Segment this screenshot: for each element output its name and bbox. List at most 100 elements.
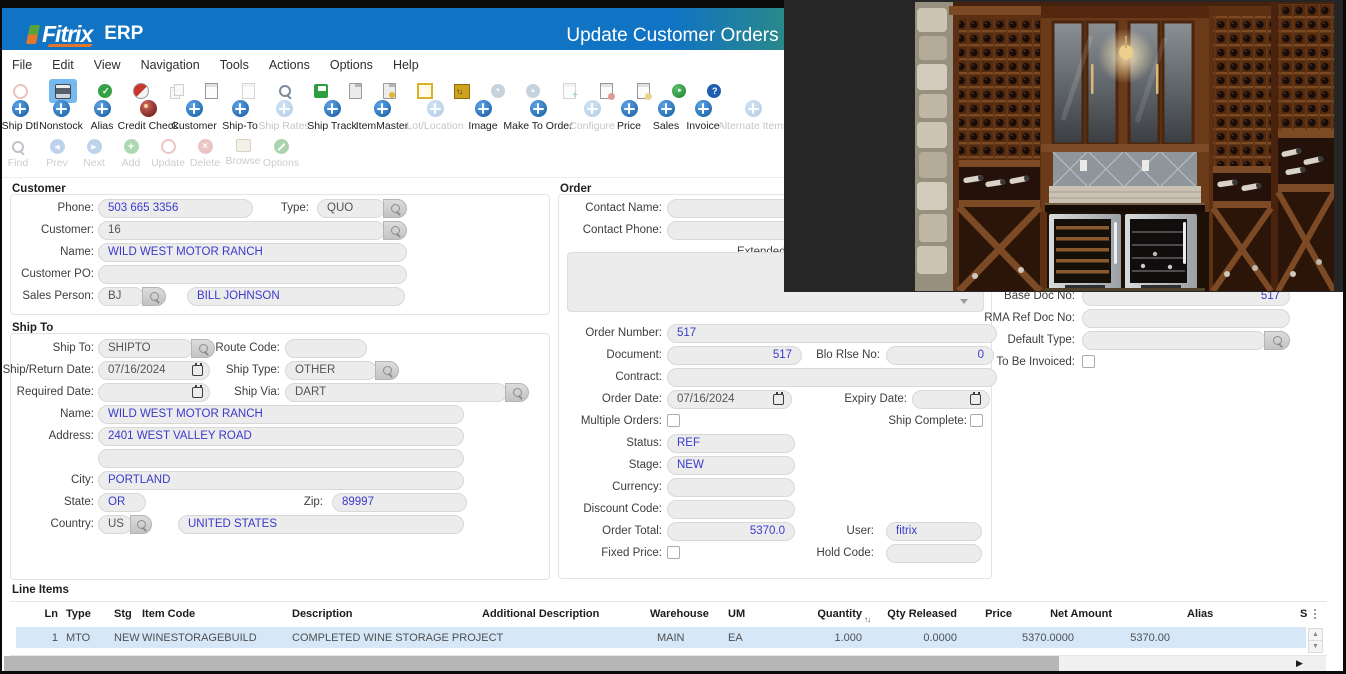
customer-po-input[interactable]	[98, 265, 407, 284]
zip-input[interactable]: 89997	[332, 493, 467, 512]
customer-name-input[interactable]: WILD WEST MOTOR RANCH	[98, 243, 407, 262]
col-header-alias[interactable]: Alias	[1187, 608, 1213, 620]
ship-type-input[interactable]: OTHER	[285, 361, 377, 380]
col-header-net-amount[interactable]: Net Amount	[1032, 608, 1112, 620]
next-icon: ▶	[87, 139, 102, 154]
default-type-lookup-button[interactable]	[1264, 331, 1290, 350]
address2-input[interactable]	[98, 449, 464, 468]
commit-check-icon[interactable]	[98, 84, 112, 98]
sales-person-name-input[interactable]: BILL JOHNSON	[187, 287, 405, 306]
type-lookup-button[interactable]	[383, 199, 407, 218]
ship-complete-label: Ship Complete:	[822, 412, 967, 431]
currency-input[interactable]	[667, 478, 795, 497]
col-header-s[interactable]: S	[1300, 608, 1307, 620]
clipboard-add-icon[interactable]	[383, 83, 396, 99]
ship-via-input[interactable]: DART	[285, 383, 507, 402]
col-header-qty-released[interactable]: Qty Released	[878, 608, 957, 620]
address1-input[interactable]: 2401 WEST VALLEY ROAD	[98, 427, 464, 446]
paste-icon[interactable]	[203, 83, 219, 99]
sales-person-code-input[interactable]: BJ	[98, 287, 144, 306]
type-input[interactable]: QUO	[317, 199, 385, 218]
col-header-warehouse[interactable]: Warehouse	[650, 608, 709, 620]
sales-person-lookup-button[interactable]	[142, 287, 166, 306]
sales-person-label: Sales Person:	[6, 287, 94, 306]
remove-document-icon[interactable]	[598, 83, 614, 99]
sort-arrows-icon[interactable]	[864, 609, 870, 627]
country-name-input[interactable]: UNITED STATES	[178, 515, 464, 534]
cancel-icon[interactable]	[133, 83, 149, 99]
contact-name-label: Contact Name:	[514, 199, 662, 218]
line-item-row[interactable]: 1 MTO NEW WINESTORAGEBUILD COMPLETED WIN…	[16, 627, 1306, 648]
status-input[interactable]: REF	[667, 434, 795, 453]
state-input[interactable]: OR	[98, 493, 146, 512]
menu-view[interactable]: View	[94, 58, 121, 72]
customer-lookup-button[interactable]	[383, 221, 407, 240]
user-input[interactable]: fitrix	[886, 522, 982, 541]
to-be-invoiced-checkbox[interactable]	[1082, 355, 1095, 368]
ship-type-lookup-button[interactable]	[375, 361, 399, 380]
discount-code-input[interactable]	[667, 500, 795, 519]
ship-name-label: Name:	[6, 405, 94, 424]
blo-rlse-no-label: Blo Rlse No:	[772, 346, 880, 365]
phone-input[interactable]: 503 665 3356	[98, 199, 253, 218]
hold-code-label: Hold Code:	[772, 544, 874, 563]
route-code-input[interactable]	[285, 339, 367, 358]
menu-actions[interactable]: Actions	[269, 58, 310, 72]
window-icon[interactable]	[417, 83, 433, 99]
contract-label: Contract:	[514, 368, 662, 387]
customer-number-label: Customer:	[6, 221, 94, 240]
run-icon[interactable]	[672, 84, 686, 98]
col-header-item-code[interactable]: Item Code	[142, 608, 195, 620]
transfer-updown-icon[interactable]	[454, 84, 470, 99]
col-header-stg[interactable]: Stg	[114, 608, 132, 620]
feature-toolbar: Ship Dtl Nonstock Alias Credit Check Cus…	[2, 100, 802, 138]
stage-input[interactable]: NEW	[667, 456, 795, 475]
menu-file[interactable]: File	[12, 58, 32, 72]
rma-ref-doc-no-input[interactable]	[1082, 309, 1290, 328]
default-type-input[interactable]	[1082, 331, 1266, 350]
ship-name-input[interactable]: WILD WEST MOTOR RANCH	[98, 405, 464, 424]
record-nav-toolbar: Find ◀Prev ▶Next +Add Update ×Delete Bro…	[2, 139, 402, 175]
fixed-price-label: Fixed Price:	[514, 544, 662, 563]
row-scroll-down-button[interactable]: ▼	[1308, 640, 1323, 653]
horizontal-scrollbar-thumb[interactable]	[4, 656, 1059, 671]
col-header-price[interactable]: Price	[952, 608, 1012, 620]
lookup-magnifier-icon	[383, 366, 392, 375]
cell-ln: 1	[32, 632, 58, 644]
cell-price: 5370.0000	[994, 632, 1074, 644]
search-icon[interactable]	[277, 83, 293, 99]
scroll-right-arrow-icon[interactable]: ▶	[1296, 658, 1303, 669]
fixed-price-checkbox[interactable]	[667, 546, 680, 559]
menu-tools[interactable]: Tools	[220, 58, 249, 72]
col-header-um[interactable]: UM	[728, 608, 745, 620]
nav-label: Options	[263, 157, 299, 169]
col-header-additional-description[interactable]: Additional Description	[482, 608, 599, 620]
cell-um: EA	[728, 632, 743, 644]
customer-number-input[interactable]: 16	[98, 221, 385, 240]
col-header-quantity[interactable]: Quantity	[782, 608, 862, 620]
city-input[interactable]: PORTLAND	[98, 471, 464, 490]
country-lookup-button[interactable]	[130, 515, 152, 534]
ship-to-input[interactable]: SHIPTO	[98, 339, 193, 358]
country-code-input[interactable]: US	[98, 515, 132, 534]
order-total-input[interactable]: 5370.0	[667, 522, 795, 541]
menu-help[interactable]: Help	[393, 58, 419, 72]
user-label: User:	[802, 522, 874, 541]
col-header-type[interactable]: Type	[66, 608, 91, 620]
multiple-orders-checkbox[interactable]	[667, 414, 680, 427]
hold-code-input[interactable]	[886, 544, 982, 563]
help-icon[interactable]	[707, 84, 721, 98]
col-header-description[interactable]: Description	[292, 608, 353, 620]
calendar-icon[interactable]	[970, 394, 981, 405]
cell-item-code: WINESTORAGEBUILD	[142, 632, 257, 644]
col-header-ln[interactable]: Ln	[32, 608, 58, 620]
power-icon	[12, 83, 28, 99]
ship-complete-checkbox[interactable]	[970, 414, 983, 427]
note-document-icon[interactable]	[635, 83, 651, 99]
menu-edit[interactable]: Edit	[52, 58, 74, 72]
save-icon[interactable]	[314, 84, 328, 98]
menu-navigation[interactable]: Navigation	[141, 58, 200, 72]
state-label: State:	[6, 493, 94, 512]
menu-options[interactable]: Options	[330, 58, 373, 72]
clipboard-icon[interactable]	[349, 83, 362, 99]
